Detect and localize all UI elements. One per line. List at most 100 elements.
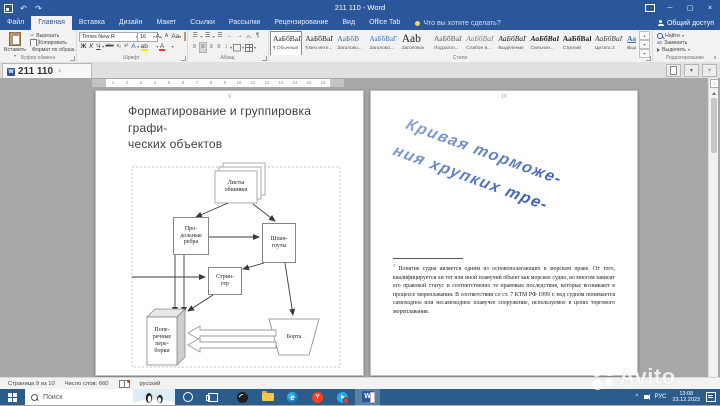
align-center-button[interactable]: ≡	[198, 42, 208, 53]
ribbon-tab[interactable]: Office Tab	[362, 16, 407, 30]
bold-button[interactable]: Ж	[79, 42, 88, 51]
paragraph-dialog-launcher[interactable]	[262, 56, 267, 61]
bullets-button[interactable]: ☰	[191, 32, 199, 41]
volume-icon[interactable]	[644, 393, 651, 400]
ribbon-display-options-icon[interactable]	[640, 0, 660, 16]
new-tab-button[interactable]	[666, 64, 681, 77]
status-language[interactable]: русский	[140, 381, 161, 387]
copy-button[interactable]: Копировать	[30, 39, 75, 46]
cortana-icon[interactable]	[175, 389, 200, 405]
frames-box[interactable]: Шпан- гоуты	[262, 223, 296, 263]
ribs-box[interactable]: Про- дольные ребра	[173, 217, 209, 255]
maximize-button[interactable]: ▢	[680, 0, 700, 16]
change-case-button[interactable]: Аа▾	[170, 32, 183, 41]
increase-indent-button[interactable]: →	[235, 32, 244, 41]
word-taskbar-icon[interactable]: W	[355, 388, 380, 406]
show-marks-button[interactable]: ¶	[254, 32, 260, 41]
style-card[interactable]: АаБбВаГг ¶ Без инте...	[302, 31, 334, 55]
sort-button[interactable]: А↓	[245, 32, 253, 41]
ribbon-tab[interactable]: Дизайн	[112, 16, 150, 30]
ribbon-tab[interactable]: Вставка	[72, 16, 112, 30]
edge-browser-icon[interactable]: e	[280, 389, 305, 405]
ribbon-tab[interactable]: Главная	[31, 16, 72, 30]
borders-icon[interactable]	[245, 43, 254, 52]
ribbon-tab[interactable]: Рецензирование	[267, 16, 335, 30]
style-card[interactable]: АаБбВаГ Подзагол...	[431, 31, 463, 55]
strikethrough-button[interactable]: abc	[104, 42, 115, 51]
grow-font-button[interactable]: А▴	[154, 32, 163, 41]
page-10[interactable]: 10 Кривая торможе- ния хрупких тре- 1 По…	[370, 90, 638, 376]
style-card[interactable]: АаБбВаГг Выделение	[495, 31, 527, 55]
style-card[interactable]: АаБбВаГг Сильное...	[528, 31, 560, 55]
taskbar-search-box[interactable]: Поиск	[25, 389, 175, 405]
clipboard-dialog-launcher[interactable]	[70, 56, 75, 61]
horizontal-ruler[interactable]: 1 2 3 4 5 6 7 8 9 10 11 12 13 14 15 16	[92, 79, 344, 87]
superscript-button[interactable]: х²	[123, 42, 130, 51]
ruler-toggle-icon[interactable]: ≡	[710, 79, 719, 88]
clock[interactable]: 13:08 23.12.2023	[672, 391, 700, 404]
styles-dialog-launcher[interactable]	[646, 56, 651, 61]
language-indicator[interactable]: РУС	[654, 394, 666, 400]
multilevel-list-button[interactable]: ☰	[216, 32, 224, 41]
style-card[interactable]: АаБбВаГг ¶ Обычный	[270, 31, 303, 55]
style-card[interactable]: АаБбВаГг Цитата 2	[592, 31, 624, 55]
tell-me-box[interactable]: Что вы хотите сделать?	[407, 16, 501, 30]
style-card[interactable]: АаБбВаГ Заголово...	[367, 31, 399, 55]
dark-app-icon[interactable]	[230, 389, 255, 405]
text-effects-button[interactable]: А	[130, 42, 137, 51]
select-button[interactable]: Выделить ▾	[657, 46, 690, 53]
font-dialog-launcher[interactable]	[181, 56, 186, 61]
scrollbar-thumb[interactable]	[710, 98, 717, 153]
ribbon-tab[interactable]: Рассылки	[222, 16, 267, 30]
align-right-button[interactable]: ≡	[208, 43, 215, 52]
close-tab-button[interactable]: ×	[702, 64, 717, 77]
stringer-box[interactable]: Стрин- гер	[208, 267, 242, 295]
vertical-scrollbar[interactable]: ≡	[708, 78, 719, 377]
paste-button[interactable]: Вставить ▾	[3, 31, 27, 58]
justify-button[interactable]: ≡	[216, 43, 223, 52]
subscript-button[interactable]: х₂	[115, 42, 122, 51]
font-family-combo[interactable]: Times New R▾	[79, 32, 141, 42]
cut-button[interactable]: ✂ Вырезать	[30, 32, 75, 39]
start-button[interactable]	[0, 389, 25, 405]
ribbon-tab[interactable]: Вид	[335, 16, 362, 30]
wordart-object[interactable]: Кривая торможе- ния хрупких тре-	[387, 111, 619, 239]
style-card[interactable]: АаБбВаГг Строгий	[560, 31, 592, 55]
find-button[interactable]: Найти ▾	[657, 32, 690, 39]
tab-list-dropdown[interactable]: ▾	[684, 64, 699, 77]
numbering-button[interactable]: ☰	[203, 32, 211, 41]
block-arrows[interactable]	[187, 325, 277, 353]
decrease-indent-button[interactable]: ←	[225, 32, 234, 41]
style-scroll-up-icon[interactable]: ▴	[639, 31, 650, 40]
ribbon-tab[interactable]: Файл	[0, 16, 31, 30]
tray-chevron-icon[interactable]: ^	[636, 394, 639, 400]
status-page-indicator[interactable]: Страница 9 из 10	[8, 381, 55, 387]
align-left-button[interactable]: ≡	[191, 43, 198, 52]
style-scroll-down-icon[interactable]: ▾	[639, 40, 650, 49]
yandex-browser-icon[interactable]: Y	[305, 389, 330, 405]
line-spacing-button[interactable]: ↕	[223, 43, 229, 52]
scroll-up-icon[interactable]	[709, 89, 718, 98]
style-card[interactable]: АаБбВ Заголово...	[334, 31, 366, 55]
action-center-icon[interactable]	[706, 392, 716, 402]
document-tab[interactable]: W 211 110 ×	[2, 63, 92, 79]
share-button[interactable]: Общий доступ	[657, 16, 714, 30]
ribbon-tab[interactable]: Макет	[149, 16, 183, 30]
file-explorer-icon[interactable]	[255, 389, 280, 405]
ribbon-tab[interactable]: Ссылки	[183, 16, 222, 30]
replace-button[interactable]: ab Заменить	[657, 39, 690, 46]
tab-close-icon[interactable]: ×	[58, 69, 62, 75]
task-view-icon[interactable]	[200, 389, 225, 405]
page-9[interactable]: 9 Форматирование и группировка графи-чес…	[95, 90, 364, 376]
close-button[interactable]: ×	[700, 0, 720, 16]
italic-button[interactable]: К	[88, 42, 95, 51]
proofing-book-icon[interactable]	[118, 379, 131, 388]
minimize-button[interactable]: ─	[660, 0, 680, 16]
collapse-ribbon-icon[interactable]: ∧	[713, 55, 717, 61]
style-card[interactable]: Aab Заголовок	[399, 31, 431, 55]
style-card[interactable]: АаБбВаГг Выделени...	[624, 31, 636, 55]
messenger-icon[interactable]	[330, 389, 355, 405]
status-word-count[interactable]: Число слов: 660	[65, 381, 109, 387]
format-painter-button[interactable]: Формат по образцу	[30, 46, 75, 53]
shading-icon[interactable]	[233, 43, 242, 52]
